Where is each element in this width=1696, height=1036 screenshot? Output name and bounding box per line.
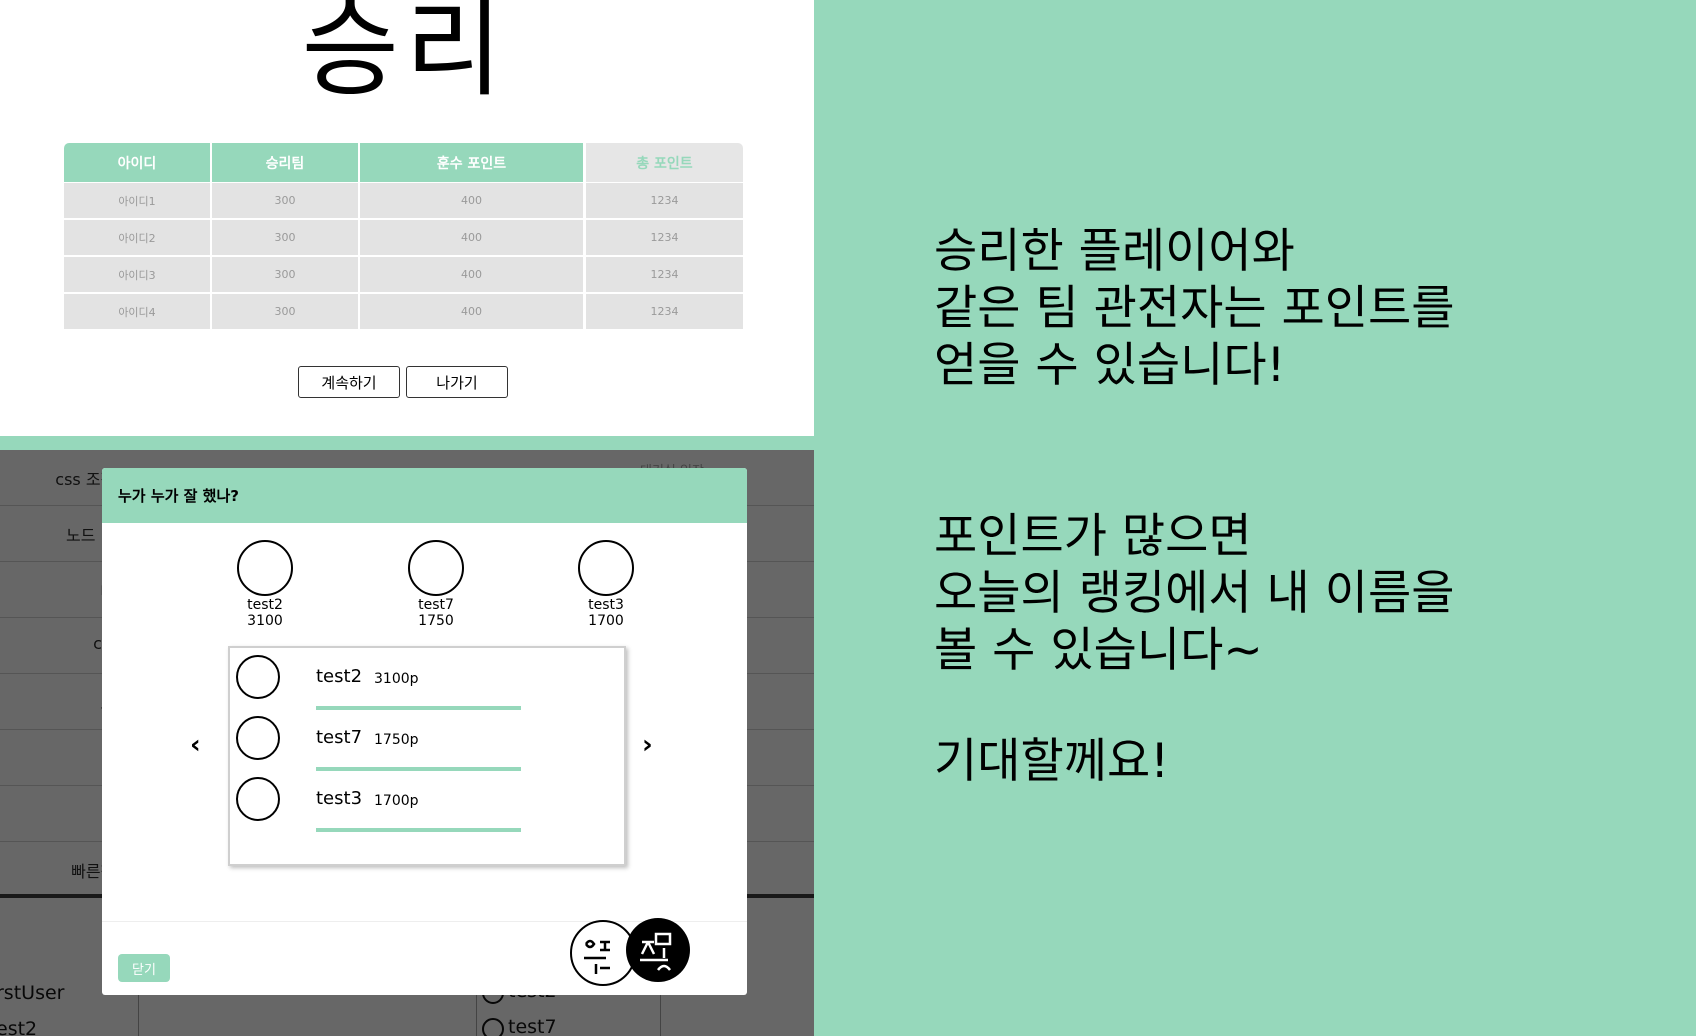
table-cell: 300 <box>212 220 360 257</box>
podium-name: test7 <box>418 597 454 613</box>
chevron-right-icon[interactable]: › <box>642 730 653 760</box>
victory-panel: 승리 아이디 승리팀 훈수 포인트 총 포인트 아이디1 300 400 123… <box>0 0 814 436</box>
table-cell: 300 <box>212 183 360 220</box>
avatar <box>236 716 280 760</box>
rank-name: test7 <box>316 727 363 748</box>
rank-name: test2 <box>316 666 363 687</box>
table-row: 아이디4 300 400 1234 <box>64 294 743 331</box>
modal-title: 누가 누가 잘 했나? <box>118 487 239 505</box>
rank-points: 1750p <box>374 732 419 748</box>
table-cell: 300 <box>212 294 360 331</box>
promo-paragraph: 포인트가 많으면 오늘의 랭킹에서 내 이름을 볼 수 있습니다~ <box>934 509 1455 678</box>
table-cell: 아이디1 <box>64 183 212 220</box>
column-header-id: 아이디 <box>64 143 212 183</box>
podium-name: test2 <box>247 597 283 613</box>
list-item: test3 1700p <box>236 770 616 832</box>
avatar <box>236 655 280 699</box>
table-cell: 아이디4 <box>64 294 212 331</box>
column-header-winning-team: 승리팀 <box>212 143 360 183</box>
divider-strip <box>0 436 814 450</box>
close-button[interactable]: 닫기 <box>118 954 170 982</box>
avatar <box>578 540 634 596</box>
rank-points: 3100p <box>374 671 419 687</box>
table-row: 아이디2 300 400 1234 <box>64 220 743 257</box>
promo-paragraph: 기대할께요! <box>934 734 1170 789</box>
continue-button[interactable]: 계속하기 <box>298 366 400 398</box>
table-cell: 1234 <box>586 183 743 220</box>
exit-button[interactable]: 나가기 <box>406 366 508 398</box>
table-cell: 300 <box>212 257 360 294</box>
left-column: 승리 아이디 승리팀 훈수 포인트 총 포인트 아이디1 300 400 123… <box>0 0 814 1036</box>
table-row: 아이디3 300 400 1234 <box>64 257 743 294</box>
score-table: 아이디 승리팀 훈수 포인트 총 포인트 아이디1 300 400 1234 아… <box>64 143 743 331</box>
table-cell: 아이디2 <box>64 220 212 257</box>
table-cell: 1234 <box>586 220 743 257</box>
list-item: test2 3100p <box>236 648 616 710</box>
table-cell: 400 <box>360 257 586 294</box>
logo-icon <box>570 918 690 986</box>
avatar <box>408 540 464 596</box>
podium-score: 1700 <box>588 613 624 629</box>
promo-text: 승리한 플레이어와 같은 팀 관전자는 포인트를 얻을 수 있습니다! 포인트가… <box>934 223 1654 790</box>
victory-title: 승리 <box>301 0 509 111</box>
promo-paragraph: 승리한 플레이어와 같은 팀 관전자는 포인트를 얻을 수 있습니다! <box>934 224 1455 393</box>
rank-bar <box>316 828 521 832</box>
table-cell: 400 <box>360 294 586 331</box>
table-header-row: 아이디 승리팀 훈수 포인트 총 포인트 <box>64 143 743 183</box>
table-row: 아이디1 300 400 1234 <box>64 183 743 220</box>
table-cell: 400 <box>360 220 586 257</box>
avatar <box>236 777 280 821</box>
victory-actions: 계속하기 나가기 <box>298 366 508 398</box>
table-cell: 400 <box>360 183 586 220</box>
podium-player: test3 1700 <box>561 540 651 629</box>
modal-header: 누가 누가 잘 했나? <box>102 468 747 523</box>
chevron-left-icon[interactable]: ‹ <box>190 730 201 760</box>
podium-score: 1750 <box>418 613 454 629</box>
podium-name: test3 <box>588 597 624 613</box>
table-cell: 아이디3 <box>64 257 212 294</box>
avatar <box>237 540 293 596</box>
column-header-total-points: 총 포인트 <box>586 143 743 183</box>
rank-name: test3 <box>316 788 363 809</box>
column-header-coaching-points: 훈수 포인트 <box>360 143 586 183</box>
podium-score: 3100 <box>247 613 283 629</box>
list-item: test7 1750p <box>236 709 616 771</box>
podium-player: test7 1750 <box>391 540 481 629</box>
table-cell: 1234 <box>586 257 743 294</box>
ranking-modal: 누가 누가 잘 했나? test2 3100 test7 1750 test3 … <box>102 468 747 995</box>
ranking-list: test2 3100p test7 1750p test3 1700p <box>228 646 626 866</box>
rank-points: 1700p <box>374 793 419 809</box>
table-cell: 1234 <box>586 294 743 331</box>
podium-player: test2 3100 <box>220 540 310 629</box>
